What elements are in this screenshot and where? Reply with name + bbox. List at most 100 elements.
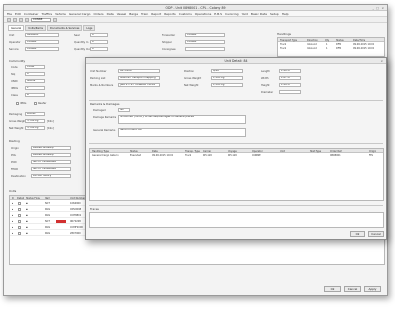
table-cell[interactable]: Inbound bbox=[307, 43, 317, 46]
ok-button[interactable]: Ok bbox=[324, 286, 341, 292]
dialog-close-icon[interactable]: × bbox=[380, 59, 383, 63]
table-cell[interactable]: RH-120 bbox=[203, 154, 212, 157]
row-checkbox[interactable] bbox=[18, 202, 21, 205]
menu-item[interactable]: Traffics bbox=[42, 12, 53, 16]
tab-logs[interactable]: Logs bbox=[83, 25, 96, 31]
pol-field[interactable]: BEANR Antwerp bbox=[31, 153, 71, 157]
consignee-field[interactable] bbox=[185, 47, 225, 51]
packing-list-field[interactable]: Mexican Transport Mapping bbox=[118, 76, 160, 80]
imdg-field[interactable]: 1 bbox=[25, 86, 45, 90]
damaged-select[interactable]: No bbox=[118, 108, 130, 112]
menu-item[interactable]: Invoicing bbox=[225, 12, 239, 16]
row-checkbox[interactable] bbox=[18, 226, 21, 229]
item-cell[interactable]: RGS bbox=[45, 232, 50, 235]
menu-item[interactable]: Yard bbox=[242, 12, 248, 16]
menu-item[interactable]: Reports bbox=[164, 12, 176, 16]
table-cell[interactable]: RH-120 bbox=[228, 154, 237, 157]
quantity-in-field[interactable]: 0 bbox=[90, 40, 108, 44]
row-checkbox[interactable] bbox=[18, 232, 21, 235]
menu-item[interactable]: Vessel bbox=[117, 12, 126, 16]
width-field[interactable]: 1.07 m bbox=[279, 76, 301, 80]
cancel-button[interactable]: Cancel bbox=[344, 286, 361, 292]
delete-icon[interactable] bbox=[25, 17, 29, 22]
reefer-checkbox[interactable] bbox=[34, 102, 37, 105]
menu-item[interactable]: Edit bbox=[15, 12, 21, 16]
fpod-field[interactable]: NEFXT Felixstowe bbox=[31, 167, 71, 171]
menu-item[interactable]: Barge bbox=[129, 12, 138, 16]
pod-field[interactable]: NEFXT Felixstowe bbox=[31, 160, 71, 164]
destination-field[interactable]: DEFRA Tilbury bbox=[31, 174, 71, 178]
menu-item[interactable]: File bbox=[7, 12, 12, 16]
unit-number-cell[interactable]: 1066900 bbox=[70, 202, 81, 205]
menu-item[interactable]: E.B.S bbox=[214, 12, 222, 16]
expand-icon[interactable]: ▸ bbox=[12, 214, 13, 217]
damage-remarks-field[interactable]: Scratched (minor), scratches/damages on … bbox=[118, 115, 246, 124]
table-cell[interactable]: Executed bbox=[130, 154, 141, 157]
expand-icon[interactable]: ▸ bbox=[12, 208, 13, 211]
menu-item[interactable]: Data bbox=[107, 12, 114, 16]
imo-checkbox[interactable] bbox=[16, 102, 19, 105]
seal-field[interactable]: 0 bbox=[90, 33, 108, 37]
marks-numbers-field[interactable]: JWA 47797 HUBBOB 78216 bbox=[118, 83, 160, 87]
dialog-ok-button[interactable]: Ok bbox=[350, 231, 365, 237]
table-cell[interactable]: DFM bbox=[336, 43, 341, 46]
menu-item[interactable]: Container bbox=[24, 12, 39, 16]
table-cell[interactable]: FEL bbox=[369, 154, 373, 157]
unit-number-cell[interactable]: 2807900 bbox=[70, 232, 81, 235]
item-cell[interactable]: RGS bbox=[45, 208, 50, 211]
table-cell[interactable]: 1 bbox=[326, 43, 328, 46]
table-cell[interactable]: DFM bbox=[336, 47, 341, 50]
item-cell[interactable]: RGS bbox=[45, 226, 50, 229]
item-cell[interactable]: NCT bbox=[45, 220, 50, 223]
expand-icon[interactable]: ▸ bbox=[12, 226, 13, 229]
minimize-icon[interactable]: _ bbox=[373, 6, 375, 10]
table-cell[interactable]: 09.06.2015 10:01 bbox=[353, 43, 374, 46]
forwarder-field[interactable]: CONNE bbox=[185, 33, 225, 37]
table-cell[interactable]: Inbound bbox=[307, 47, 317, 50]
row-checkbox[interactable] bbox=[18, 208, 21, 211]
unit-number-cell[interactable]: 0R70208 bbox=[70, 220, 81, 223]
menu-item[interactable]: Report bbox=[151, 12, 161, 16]
apply-button[interactable]: Apply bbox=[364, 286, 381, 292]
unit-number-cell[interactable]: CCH8801 bbox=[70, 214, 81, 217]
close-icon[interactable]: × bbox=[381, 6, 384, 10]
table-cell[interactable]: Truck bbox=[280, 47, 286, 50]
table-cell[interactable]: 09.06.2015 10:01 bbox=[152, 154, 173, 157]
operator-field[interactable]: CONNE bbox=[25, 40, 59, 44]
unid-field[interactable]: Goods bbox=[25, 79, 45, 83]
unit-number-cell[interactable]: CNV0098 bbox=[70, 208, 81, 211]
tab-general[interactable]: General bbox=[8, 25, 25, 31]
dialog-cancel-button[interactable]: Cancel bbox=[368, 231, 384, 237]
expand-icon[interactable]: ▸ bbox=[12, 220, 13, 223]
menu-item[interactable]: Vehicle bbox=[55, 12, 66, 16]
table-cell[interactable]: Truck bbox=[280, 43, 286, 46]
menu-item[interactable]: Train bbox=[141, 12, 148, 16]
dialog-net-weight-field[interactable]: 1,383 kg bbox=[211, 83, 243, 87]
class-field[interactable]: R bbox=[25, 93, 45, 97]
row-checkbox[interactable] bbox=[18, 214, 21, 217]
menu-item[interactable]: General Cargo bbox=[69, 12, 91, 16]
menu-item[interactable]: Orders bbox=[93, 12, 103, 16]
stq-field[interactable]: 0 bbox=[25, 72, 45, 76]
origin-field[interactable]: BEANR Antwerp bbox=[31, 146, 71, 150]
quantity-out-field[interactable]: 0 bbox=[90, 47, 108, 51]
gross-weight-field[interactable]: 5,780 kg bbox=[25, 119, 45, 123]
height-field[interactable]: 1.28 m bbox=[279, 83, 301, 87]
new-icon[interactable] bbox=[7, 17, 11, 22]
dialog-gross-weight-field[interactable]: 1,383 kg bbox=[211, 76, 243, 80]
service-field[interactable]: CONNE bbox=[25, 47, 59, 51]
company-select[interactable]: CONNE bbox=[31, 17, 51, 22]
table-cell[interactable]: Truck bbox=[185, 154, 191, 157]
code-field[interactable]: CONV bbox=[25, 65, 45, 69]
refresh-icon[interactable] bbox=[53, 17, 57, 22]
menu-item[interactable]: Basic Data bbox=[251, 12, 267, 16]
expand-icon[interactable]: ▸ bbox=[12, 232, 13, 235]
item-cell[interactable]: RGS bbox=[45, 214, 50, 217]
length-field[interactable]: 1.20 m bbox=[279, 69, 301, 73]
unit-number-cell[interactable]: CCMF2000 bbox=[70, 226, 83, 229]
menu-item[interactable]: Help bbox=[282, 12, 289, 16]
general-remarks-field[interactable]: Second hand car bbox=[118, 128, 246, 137]
maximize-icon[interactable]: □ bbox=[376, 6, 379, 10]
menu-item[interactable]: Operations bbox=[195, 12, 212, 16]
row-checkbox[interactable] bbox=[18, 220, 21, 223]
